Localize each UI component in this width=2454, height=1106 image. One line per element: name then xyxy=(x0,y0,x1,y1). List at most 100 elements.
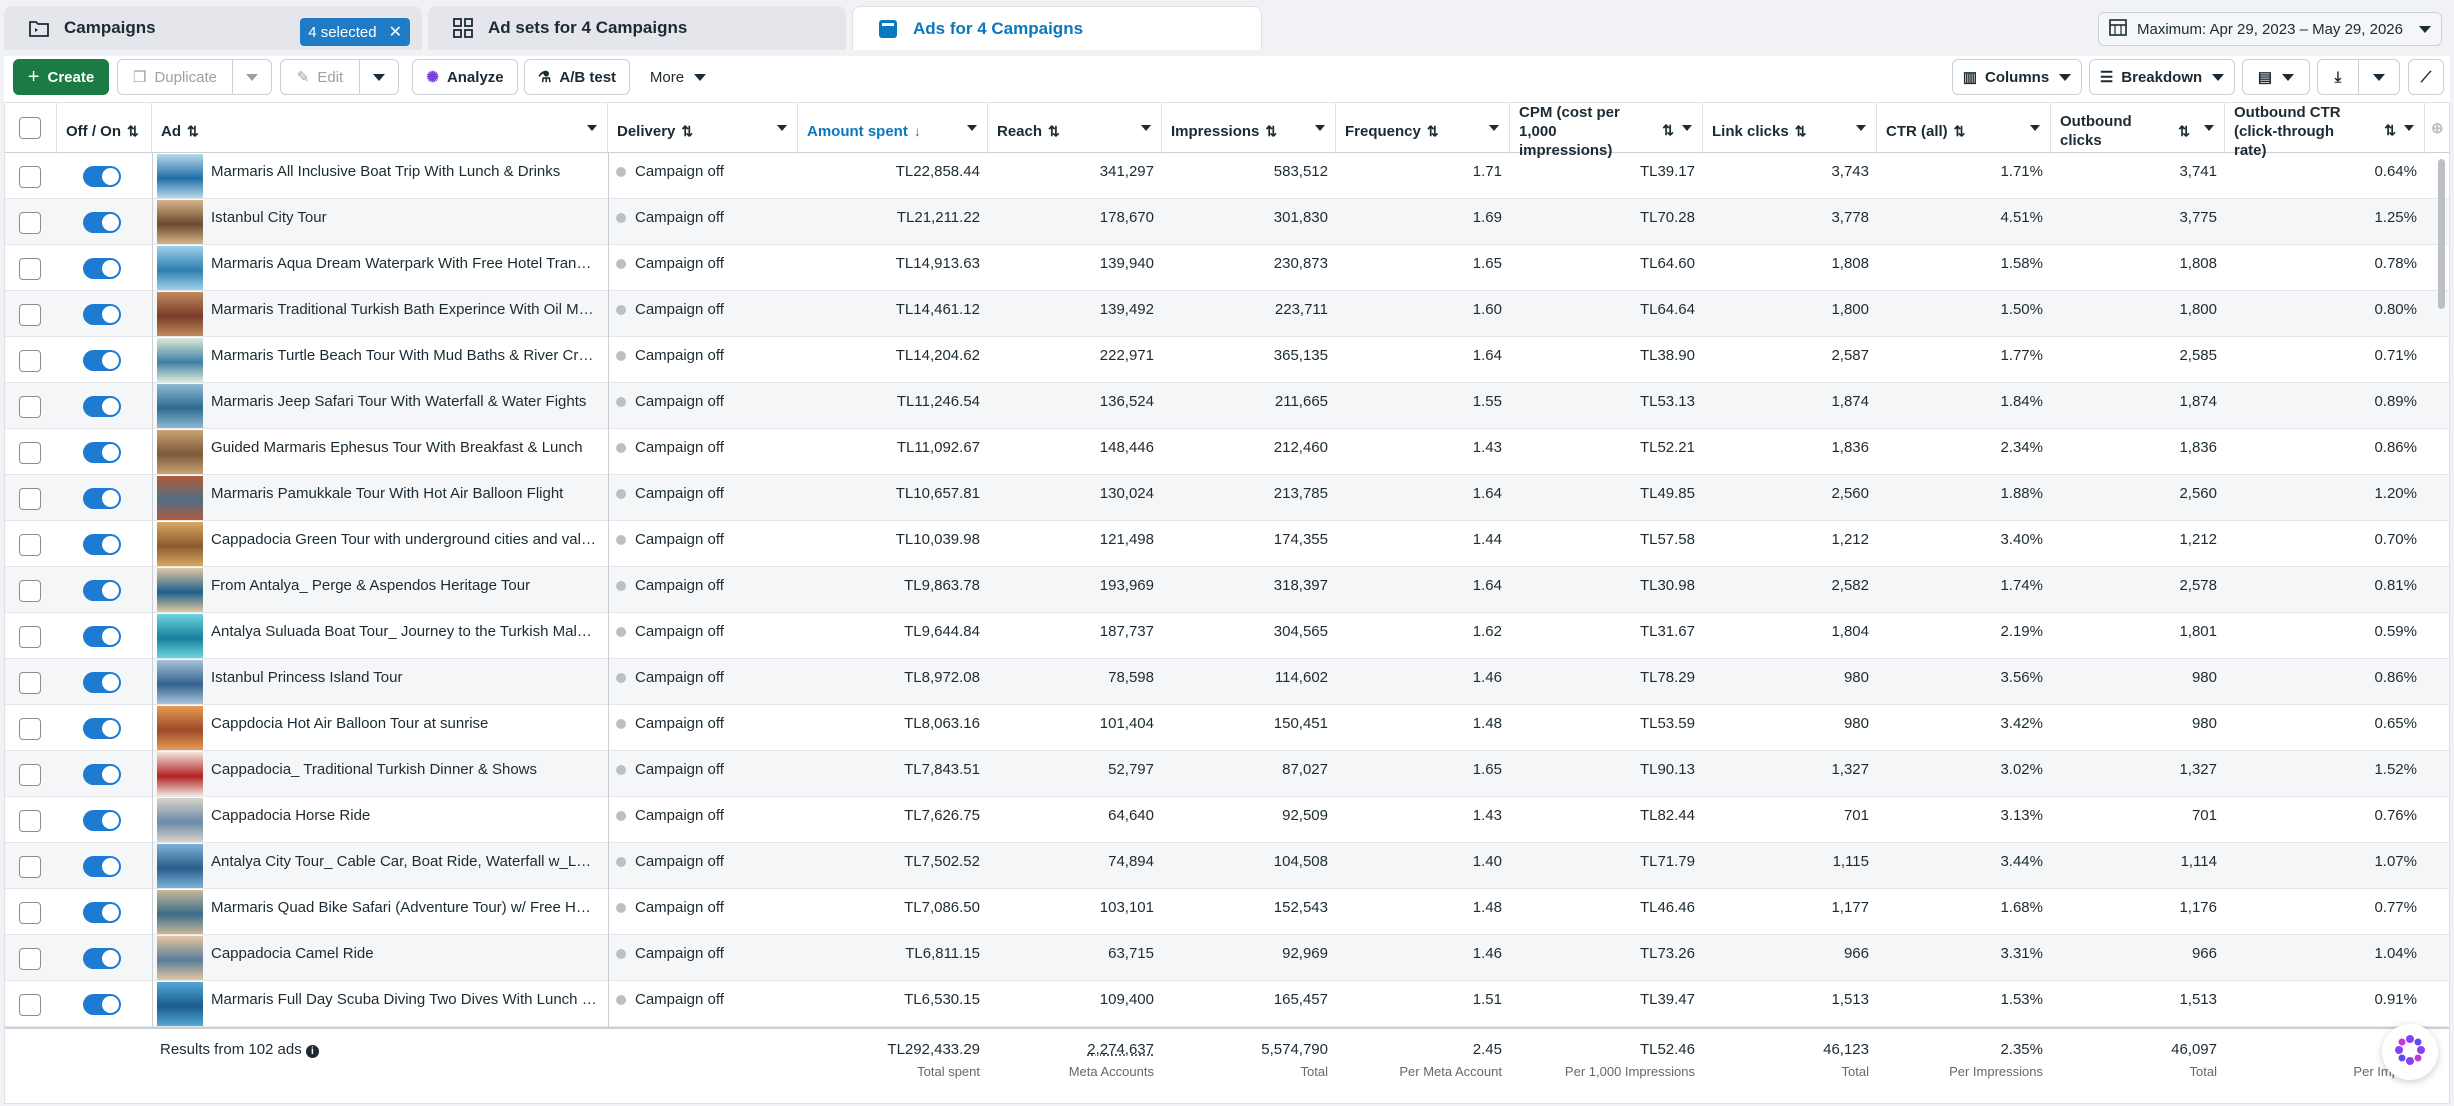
chevron-down-icon[interactable] xyxy=(777,125,787,131)
ad-name[interactable]: Cappadocia_ Traditional Turkish Dinner &… xyxy=(211,751,597,797)
row-checkbox[interactable] xyxy=(19,764,41,786)
table-row[interactable]: From Antalya_ Perge & Aspendos Heritage … xyxy=(5,567,2449,613)
ad-name[interactable]: Istanbul City Tour xyxy=(211,199,597,245)
table-row[interactable]: Cappadocia Green Tour with underground c… xyxy=(5,521,2449,567)
sort-icon[interactable]: ⇅ xyxy=(1048,122,1060,141)
clear-selection-icon[interactable]: ✕ xyxy=(389,22,402,42)
row-toggle[interactable] xyxy=(83,672,121,693)
col-ctr[interactable]: CTR (all) ⇅ xyxy=(1877,103,2051,153)
sort-icon[interactable]: ⇅ xyxy=(681,122,693,141)
row-checkbox[interactable] xyxy=(19,166,41,188)
table-row[interactable]: Istanbul Princess Island Tour Campaign of… xyxy=(5,659,2449,705)
sort-icon[interactable]: ⇅ xyxy=(1795,122,1807,141)
ad-name[interactable]: Marmaris Traditional Turkish Bath Experi… xyxy=(211,291,597,337)
table-row[interactable]: Antalya City Tour_ Cable Car, Boat Ride,… xyxy=(5,843,2449,889)
ad-name[interactable]: Marmaris Full Day Scuba Diving Two Dives… xyxy=(211,981,597,1027)
info-icon[interactable]: i xyxy=(305,1045,319,1058)
row-toggle[interactable] xyxy=(83,258,121,279)
chevron-down-icon[interactable] xyxy=(587,125,597,131)
reports-button[interactable]: ▤ xyxy=(2242,59,2310,95)
row-checkbox[interactable] xyxy=(19,212,41,234)
row-checkbox[interactable] xyxy=(19,994,41,1016)
row-toggle[interactable] xyxy=(83,442,121,463)
row-checkbox[interactable] xyxy=(19,580,41,602)
row-toggle[interactable] xyxy=(83,580,121,601)
row-toggle[interactable] xyxy=(83,856,121,877)
table-row[interactable]: Marmaris Jeep Safari Tour With Waterfall… xyxy=(5,383,2449,429)
ad-name[interactable]: Antalya Suluada Boat Tour_ Journey to th… xyxy=(211,613,597,659)
breakdown-button[interactable]: ☰ Breakdown xyxy=(2089,59,2235,95)
tab-adsets[interactable]: Ad sets for 4 Campaigns xyxy=(428,6,846,50)
row-toggle[interactable] xyxy=(83,902,121,923)
row-toggle[interactable] xyxy=(83,212,121,233)
chevron-down-icon[interactable] xyxy=(1141,125,1151,131)
ad-name[interactable]: Marmaris Quad Bike Safari (Adventure Tou… xyxy=(211,889,597,935)
ad-name[interactable]: Cappdocia Hot Air Balloon Tour at sunris… xyxy=(211,705,597,751)
sort-icon[interactable]: ⇅ xyxy=(187,122,199,141)
duplicate-button[interactable]: ❐ Duplicate xyxy=(117,59,233,95)
ad-name[interactable]: Cappadocia Camel Ride xyxy=(211,935,597,981)
table-row[interactable]: Marmaris All Inclusive Boat Trip With Lu… xyxy=(5,153,2449,199)
table-row[interactable]: Marmaris Turtle Beach Tour With Mud Bath… xyxy=(5,337,2449,383)
chevron-down-icon[interactable] xyxy=(2404,125,2414,131)
vertical-scrollbar[interactable] xyxy=(2438,159,2445,309)
col-outbound-ctr[interactable]: Outbound CTR (click-through rate) ⇅ xyxy=(2225,103,2425,159)
col-frequency[interactable]: Frequency ⇅ xyxy=(1336,103,1510,153)
col-cpm[interactable]: CPM (cost per 1,000 impressions) ⇅ xyxy=(1510,103,1703,159)
row-toggle[interactable] xyxy=(83,488,121,509)
table-row[interactable]: Istanbul City Tour Campaign off TL21,211.2… xyxy=(5,199,2449,245)
selected-badge[interactable]: 4 selected ✕ xyxy=(300,18,410,46)
chevron-down-icon[interactable] xyxy=(1856,125,1866,131)
col-delivery[interactable]: Delivery ⇅ xyxy=(608,103,798,153)
col-off-on[interactable]: Off / On ⇅ xyxy=(57,103,152,153)
col-link-clicks[interactable]: Link clicks ⇅ xyxy=(1703,103,1877,153)
date-range-picker[interactable]: Maximum: Apr 29, 2023 – May 29, 2026 xyxy=(2098,12,2442,46)
table-row[interactable]: Marmaris Traditional Turkish Bath Experi… xyxy=(5,291,2449,337)
row-checkbox[interactable] xyxy=(19,626,41,648)
export-button[interactable]: ⤓ xyxy=(2317,59,2359,95)
chevron-down-icon[interactable] xyxy=(1682,125,1692,131)
table-row[interactable]: Cappadocia Horse Ride Campaign off TL7,626… xyxy=(5,797,2449,843)
chart-button[interactable]: ⟋ xyxy=(2408,59,2444,95)
row-toggle[interactable] xyxy=(83,304,121,325)
tab-campaigns[interactable]: Campaigns 4 selected ✕ xyxy=(4,6,422,50)
row-checkbox[interactable] xyxy=(19,534,41,556)
chevron-down-icon[interactable] xyxy=(2204,125,2214,131)
sort-icon[interactable]: ⇅ xyxy=(2178,122,2190,141)
sort-desc-icon[interactable]: ↓ xyxy=(914,122,921,141)
sort-icon[interactable]: ⇅ xyxy=(1427,122,1439,141)
row-toggle[interactable] xyxy=(83,948,121,969)
table-row[interactable]: Cappdocia Hot Air Balloon Tour at sunris… xyxy=(5,705,2449,751)
chevron-down-icon[interactable] xyxy=(1315,125,1325,131)
row-checkbox[interactable] xyxy=(19,856,41,878)
col-impressions[interactable]: Impressions ⇅ xyxy=(1162,103,1336,153)
add-column-header[interactable]: ⊕ xyxy=(2425,103,2449,153)
ad-name[interactable]: Guided Marmaris Ephesus Tour With Breakf… xyxy=(211,429,597,475)
row-checkbox[interactable] xyxy=(19,672,41,694)
row-toggle[interactable] xyxy=(83,396,121,417)
sort-icon[interactable]: ⇅ xyxy=(1662,121,1674,140)
ad-name[interactable]: Antalya City Tour_ Cable Car, Boat Ride,… xyxy=(211,843,597,889)
ad-name[interactable]: Cappadocia Green Tour with underground c… xyxy=(211,521,597,567)
sort-icon[interactable]: ⇅ xyxy=(1265,122,1277,141)
row-checkbox[interactable] xyxy=(19,442,41,464)
chevron-down-icon[interactable] xyxy=(2030,125,2040,131)
table-row[interactable]: Marmaris Quad Bike Safari (Adventure Tou… xyxy=(5,889,2449,935)
row-toggle[interactable] xyxy=(83,718,121,739)
row-checkbox[interactable] xyxy=(19,810,41,832)
add-column-icon[interactable]: ⊕ xyxy=(2431,119,2444,138)
ad-name[interactable]: From Antalya_ Perge & Aspendos Heritage … xyxy=(211,567,597,613)
chevron-down-icon[interactable] xyxy=(1489,125,1499,131)
ab-test-button[interactable]: ⚗ A/B test xyxy=(524,59,630,95)
row-checkbox[interactable] xyxy=(19,902,41,924)
chevron-down-icon[interactable] xyxy=(967,125,977,131)
row-toggle[interactable] xyxy=(83,534,121,555)
table-row[interactable]: Antalya Suluada Boat Tour_ Journey to th… xyxy=(5,613,2449,659)
table-row[interactable]: Marmaris Pamukkale Tour With Hot Air Bal… xyxy=(5,475,2449,521)
total-reach-value[interactable]: 2,274,637 xyxy=(988,1041,1154,1058)
table-row[interactable]: Marmaris Aqua Dream Waterpark With Free … xyxy=(5,245,2449,291)
ad-name[interactable]: Marmaris All Inclusive Boat Trip With Lu… xyxy=(211,153,597,199)
row-toggle[interactable] xyxy=(83,350,121,371)
analyze-button[interactable]: ✺ Analyze xyxy=(412,59,518,95)
row-checkbox[interactable] xyxy=(19,488,41,510)
